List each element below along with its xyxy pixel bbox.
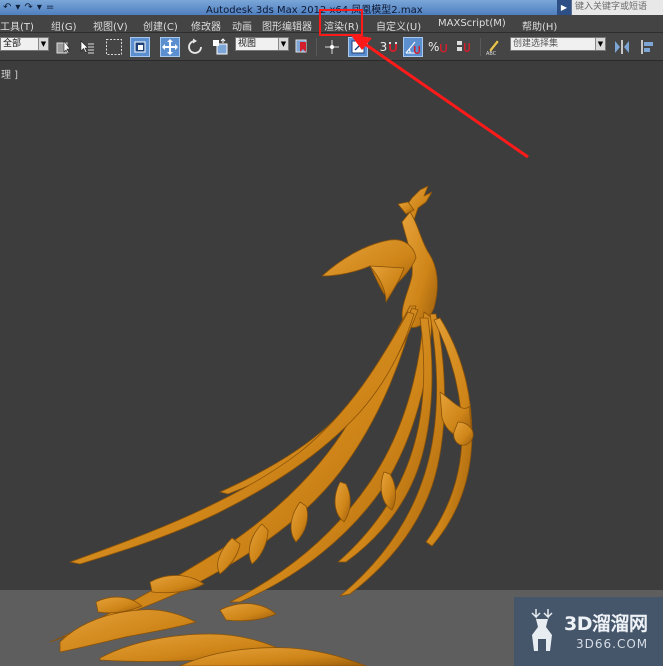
named-selection-placeholder: 创建选择集 [513,39,559,49]
reference-coordinate-dropdown[interactable]: 视图 ▼ [235,37,289,51]
selection-filter-value: 全部 [3,39,22,49]
magnet-icon [389,42,398,52]
snaps-toggle-button[interactable]: 3 [376,37,402,57]
select-by-name-icon [80,40,94,54]
select-object-icon [56,40,71,55]
redo-icon[interactable]: ↷ [24,1,32,15]
magnet-icon [440,43,448,52]
select-and-rotate-button[interactable] [185,37,205,57]
menu-animation[interactable]: 动画 [232,18,252,33]
spinner-snap-toggle-button[interactable] [454,37,474,57]
rotate-icon [188,38,202,54]
scale-icon [213,38,228,55]
phoenix-model[interactable] [0,62,663,666]
menu-tools[interactable]: 工具(T) [0,18,34,33]
mirror-icon [615,40,629,54]
reference-coordinate-value: 视图 [238,39,257,49]
svg-text:ABC: ABC [486,51,497,56]
redo-dropdown-icon[interactable]: ▾ [37,1,42,15]
menu-views[interactable]: 视图(V) [93,18,128,33]
named-selection-sets-dropdown[interactable]: 创建选择集 ▼ [510,37,606,51]
chevron-down-icon: ▼ [278,38,288,50]
watermark-brand: 3D溜溜网 [564,613,648,635]
keyboard-shortcut-override-button[interactable] [348,37,368,57]
chevron-down-icon: ▼ [38,38,48,50]
search-input[interactable]: 键入关键字或短语 [571,0,663,15]
menu-help[interactable]: 帮助(H) [522,18,557,33]
window-crossing-icon [134,41,146,53]
select-by-name-button[interactable] [77,37,97,57]
selection-filter-dropdown[interactable]: 全部 ▼ [0,37,49,51]
move-icon [162,39,178,55]
menu-maxscript[interactable]: MAXScript(M) [438,18,506,29]
angle-snap-icon [405,41,420,54]
mirror-button[interactable] [612,37,632,57]
angle-snap-toggle-button[interactable] [403,37,423,57]
pivot-center-button[interactable] [292,37,312,57]
percent-snap-toggle-button[interactable]: % [428,37,448,57]
menu-create[interactable]: 创建(C) [143,18,178,33]
window-crossing-button[interactable] [130,37,150,57]
deer-logo-icon [531,609,553,651]
watermark-domain: 3D66.COM [576,637,649,651]
chevron-down-icon: ▼ [595,38,605,50]
edit-named-selection-icon: ABC [486,39,500,56]
window-title: Autodesk 3ds Max 2012 x64 凤凰模型2.max [206,5,423,16]
align-button[interactable] [638,37,658,57]
customize-toolbar-icon[interactable]: = [46,1,54,15]
manipulate-icon [325,40,339,54]
align-icon [641,40,653,54]
main-toolbar: 全部 ▼ 视图 ▼ 3 % ABC 创建选择集 ▼ [0,33,663,61]
search-expand-icon[interactable]: ▶ [557,0,571,15]
pivot-center-icon [295,39,307,53]
undo-icon[interactable]: ↶ [3,1,11,15]
annotation-highlight-box [319,9,363,36]
edit-named-selection-button[interactable]: ABC [484,37,504,57]
menu-modifiers[interactable]: 修改器 [191,18,221,33]
rectangular-selection-button[interactable] [104,37,124,57]
select-and-manipulate-button[interactable] [322,37,342,57]
toolbar-separator [480,38,481,56]
toolbar-separator [316,38,317,56]
keyboard-shortcut-icon [351,40,365,54]
menu-customize[interactable]: 自定义(U) [376,18,421,33]
menu-graph-editors[interactable]: 图形编辑器 [262,18,312,33]
site-watermark: 3D溜溜网 3D66.COM [514,597,663,666]
percent-icon: % [428,40,440,54]
select-and-scale-button[interactable] [210,37,230,57]
perspective-viewport[interactable]: 理 ] [0,62,663,666]
undo-dropdown-icon[interactable]: ▾ [15,1,20,15]
menu-group[interactable]: 组(G) [51,18,77,33]
select-object-button[interactable] [53,37,73,57]
quick-access-toolbar: ↶ ▾ ↷ ▾ = [0,0,90,15]
rectangle-selection-icon [106,39,122,55]
spinner-snap-icon [457,41,470,52]
select-and-move-button[interactable] [160,37,180,57]
snap-value-label: 3 [379,40,388,54]
